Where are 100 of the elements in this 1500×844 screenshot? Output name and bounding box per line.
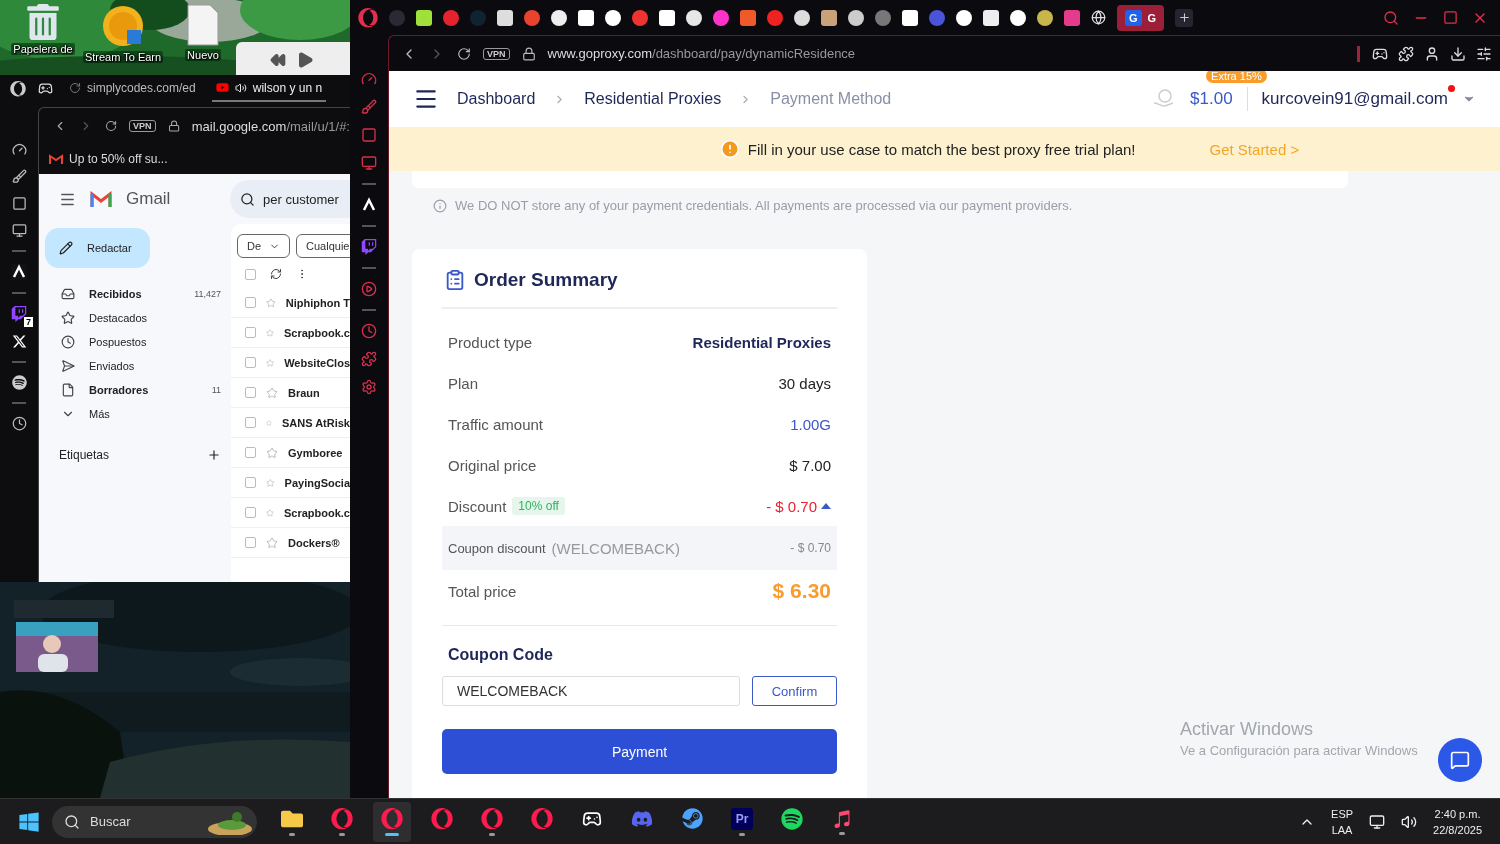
checkbox[interactable] xyxy=(245,507,256,518)
reload-icon[interactable] xyxy=(457,46,471,61)
new-tab-button[interactable] xyxy=(1175,8,1194,27)
maximize-icon[interactable] xyxy=(1443,9,1458,25)
checkbox[interactable] xyxy=(245,417,256,428)
item-count: 11 xyxy=(211,385,221,395)
filter-chip[interactable]: De xyxy=(237,234,291,258)
coupon-field[interactable]: WELCOMEBACK xyxy=(442,676,740,706)
brush-icon[interactable] xyxy=(361,99,377,115)
search-icon xyxy=(64,813,80,830)
add-icon[interactable] xyxy=(207,448,221,462)
site-favicon-icon[interactable] xyxy=(416,9,432,26)
taskbar-app[interactable]: Pr xyxy=(723,801,761,842)
bookmark-link[interactable]: Up to 50% off su... xyxy=(69,152,168,166)
search-icon[interactable] xyxy=(1383,9,1399,26)
refresh-icon[interactable] xyxy=(270,268,282,280)
clock-icon[interactable] xyxy=(11,416,27,431)
chat-button[interactable] xyxy=(1438,738,1482,782)
download-icon[interactable] xyxy=(1450,45,1466,62)
brush-icon[interactable] xyxy=(11,169,27,184)
caret-icon[interactable] xyxy=(821,503,831,509)
nav-item[interactable]: Pospuestos xyxy=(39,330,231,354)
payment-button[interactable]: Payment xyxy=(442,729,837,774)
site-favicon-icon[interactable] xyxy=(713,9,729,26)
nav-item[interactable]: Recibidos 11,427 xyxy=(39,282,231,306)
address-field[interactable]: www.goproxy.com/dashboard/pay/dynamicResidence xyxy=(547,46,856,61)
controller-icon[interactable] xyxy=(38,81,53,96)
checkbox[interactable] xyxy=(245,447,256,458)
vpn-badge[interactable]: VPN xyxy=(483,47,510,60)
stream-app-icon[interactable] xyxy=(11,306,27,322)
play-icon[interactable] xyxy=(296,51,314,69)
play-icon[interactable] xyxy=(361,281,377,297)
site-favicon-icon[interactable] xyxy=(956,9,972,26)
checkbox[interactable] xyxy=(245,327,256,338)
rewind-icon[interactable] xyxy=(270,52,286,68)
search-field[interactable]: Buscar xyxy=(52,805,257,838)
search-field[interactable]: per customer xyxy=(230,180,350,218)
compose-button[interactable]: Redactar xyxy=(45,228,150,268)
taskbar-app[interactable] xyxy=(373,801,411,842)
profile-icon[interactable] xyxy=(1424,45,1440,62)
site-favicon-icon[interactable] xyxy=(983,9,999,26)
volume-icon[interactable] xyxy=(1401,813,1418,830)
star-icon[interactable] xyxy=(266,296,276,309)
site-favicon-icon[interactable] xyxy=(848,9,864,26)
star-icon[interactable] xyxy=(266,386,278,399)
music-app-icon xyxy=(781,807,803,830)
site-favicon-icon[interactable] xyxy=(551,9,567,26)
site-favicon-icon[interactable] xyxy=(659,9,675,26)
site-favicon-icon[interactable] xyxy=(1037,9,1053,26)
reload-icon[interactable] xyxy=(104,119,118,133)
site-favicon-icon[interactable] xyxy=(794,9,810,26)
site-favicon-icon[interactable] xyxy=(578,9,594,26)
star-icon[interactable] xyxy=(266,446,278,459)
star-icon[interactable] xyxy=(266,536,278,549)
checkbox[interactable] xyxy=(245,537,256,548)
puzzle-icon[interactable] xyxy=(361,351,377,367)
site-favicon-icon[interactable] xyxy=(686,9,702,26)
x-logo-icon[interactable] xyxy=(11,334,27,349)
confirm-button[interactable]: Confirm xyxy=(752,676,837,706)
star-icon[interactable] xyxy=(266,476,275,489)
music-app-icon[interactable] xyxy=(11,375,27,390)
checkbox[interactable] xyxy=(245,387,256,398)
breadcrumb-link[interactable]: Residential Proxies xyxy=(584,90,722,108)
start-icon[interactable] xyxy=(18,810,40,833)
active-tab[interactable]: G G xyxy=(1117,4,1165,31)
network-icon[interactable] xyxy=(1369,813,1386,830)
browser-tab[interactable]: wilson y un n xyxy=(211,75,327,102)
address-field[interactable]: mail.google.com/mail/u/1/#: xyxy=(191,118,350,134)
breadcrumb-link[interactable]: Dashboard xyxy=(457,90,536,108)
extensions-icon[interactable] xyxy=(1398,45,1414,62)
coupon-code: (WELCOMEBACK) xyxy=(551,539,680,557)
triangle-logo-icon[interactable] xyxy=(361,197,377,213)
site-favicon-icon[interactable] xyxy=(497,9,513,26)
checkbox[interactable] xyxy=(245,477,256,488)
site-favicon-icon[interactable] xyxy=(902,9,918,26)
star-icon[interactable] xyxy=(266,326,274,339)
browser-logo-icon[interactable] xyxy=(10,80,26,97)
browser-tab[interactable]: simplycodes.com/ed xyxy=(65,75,200,102)
site-favicon-icon[interactable] xyxy=(1010,9,1026,26)
language-indicator[interactable]: ESP LAA xyxy=(1331,805,1354,838)
site-favicon-icon[interactable] xyxy=(605,9,621,26)
site-favicon-icon[interactable] xyxy=(740,9,756,26)
checkbox[interactable] xyxy=(245,297,256,308)
nav-item[interactable]: Destacados xyxy=(39,306,231,330)
nav-item[interactable]: Borradores 11 xyxy=(39,378,231,402)
checkbox[interactable] xyxy=(245,357,256,368)
select-all-checkbox[interactable] xyxy=(245,268,256,280)
globe-icon[interactable] xyxy=(1091,10,1106,25)
nav-item[interactable]: Más xyxy=(39,402,231,426)
triangle-logo-icon[interactable] xyxy=(11,264,27,280)
vpn-badge[interactable]: VPN xyxy=(129,120,156,132)
nav-item[interactable]: Enviados xyxy=(39,354,231,378)
settings-icon[interactable] xyxy=(1476,45,1492,62)
clock[interactable]: 2:40 p.m. 22/8/2025 xyxy=(1433,805,1482,838)
star-icon[interactable] xyxy=(266,356,275,369)
star-icon[interactable] xyxy=(266,506,274,519)
site-favicon-icon[interactable] xyxy=(821,9,837,26)
gauge-icon[interactable] xyxy=(11,142,27,157)
account-email[interactable]: kurcovein91@gmail.com xyxy=(1261,89,1448,109)
loading-spinner-icon xyxy=(69,81,81,94)
